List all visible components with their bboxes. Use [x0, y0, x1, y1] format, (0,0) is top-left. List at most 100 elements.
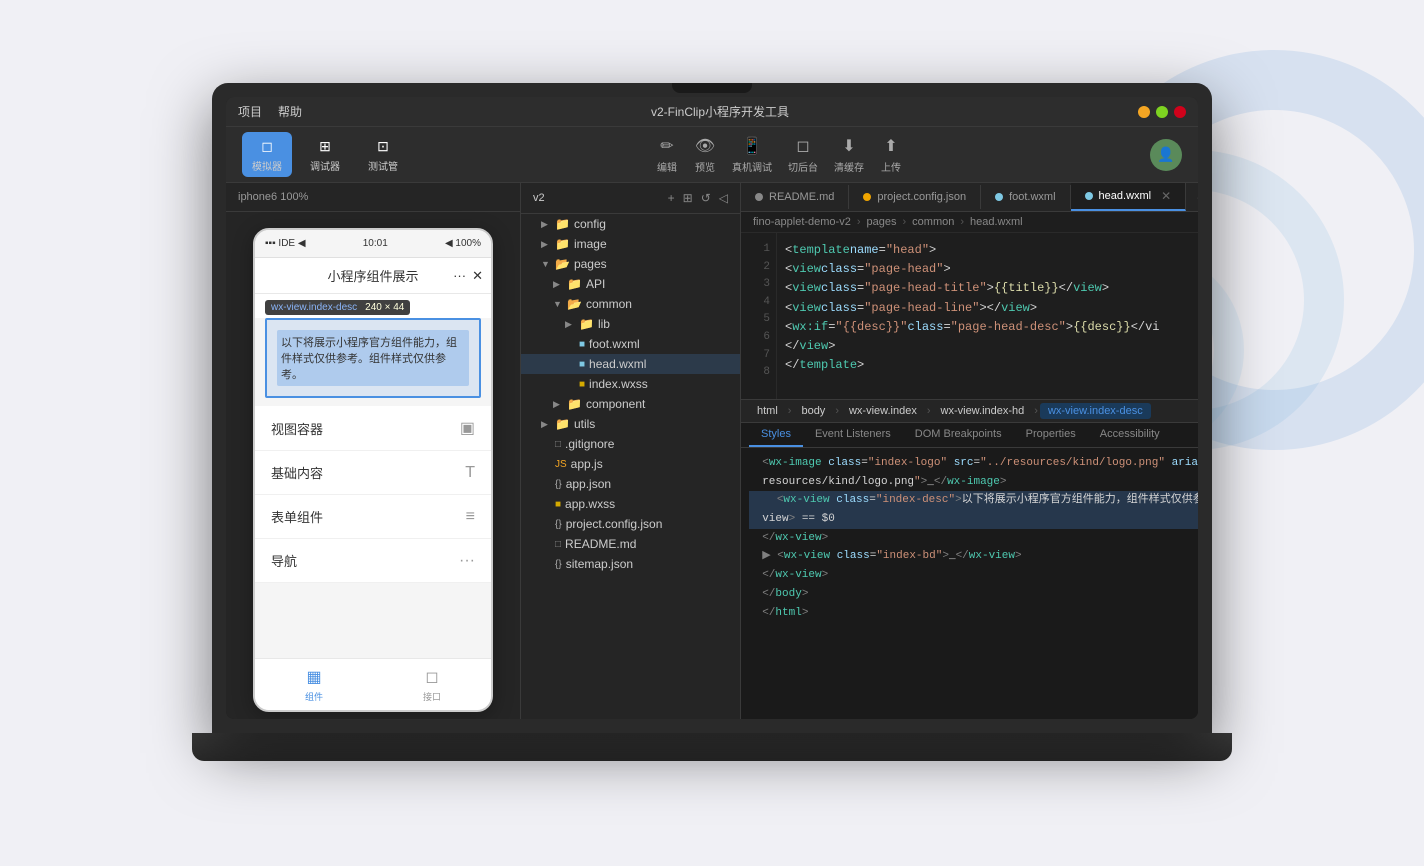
- upload-action[interactable]: ⬆ 上传: [880, 135, 902, 174]
- tab-foot-wxml[interactable]: foot.wxml: [981, 185, 1070, 209]
- device-debug-action[interactable]: 📱 真机调试: [732, 135, 772, 174]
- tab-head-close-icon[interactable]: ✕: [1161, 189, 1171, 203]
- minimize-button[interactable]: [1138, 106, 1150, 118]
- nav-item-label-0: 视图容器: [271, 419, 323, 438]
- editor-tabs: README.md project.config.json foot.wxml: [741, 183, 1198, 212]
- tree-item-api[interactable]: ▶ 📁 API: [521, 274, 740, 294]
- tree-item-gitignore[interactable]: ▶ □ .gitignore: [521, 434, 740, 454]
- tree-item-utils[interactable]: ▶ 📁 utils: [521, 414, 740, 434]
- tree-item-common[interactable]: ▼ 📂 common: [521, 294, 740, 314]
- collapse-icon[interactable]: ◁: [719, 191, 728, 205]
- phone-title-actions: ··· ✕: [453, 268, 483, 284]
- tree-item-config[interactable]: ▶ 📁 config: [521, 214, 740, 234]
- edit-action[interactable]: ✏ 编辑: [656, 135, 678, 174]
- tree-item-app-wxss[interactable]: ▶ ■ app.wxss: [521, 494, 740, 514]
- title-bar: 项目 帮助 v2-FinClip小程序开发工具: [226, 97, 1198, 127]
- tree-item-lib[interactable]: ▶ 📁 lib: [521, 314, 740, 334]
- menu-item-project[interactable]: 项目: [238, 103, 262, 120]
- preview-action[interactable]: 👁 预览: [694, 135, 716, 174]
- phone-more-icon[interactable]: ···: [453, 268, 466, 284]
- tree-item-image[interactable]: ▶ 📁 image: [521, 234, 740, 254]
- dom-el-index[interactable]: wx-view.index: [841, 403, 925, 419]
- tree-item-head-wxml[interactable]: ▶ ■ head.wxml: [521, 354, 740, 374]
- maximize-button[interactable]: [1156, 106, 1168, 118]
- dom-el-html[interactable]: html: [749, 403, 786, 419]
- tree-label-app-js: app.js: [571, 457, 603, 471]
- user-avatar[interactable]: 👤: [1150, 139, 1182, 171]
- code-line-8: [785, 375, 1198, 394]
- nav-item-2[interactable]: 表单组件 ≡: [255, 495, 491, 539]
- preview-label: 预览: [695, 159, 715, 174]
- tree-item-component[interactable]: ▶ 📁 component: [521, 394, 740, 414]
- tree-item-pages[interactable]: ▼ 📂 pages: [521, 254, 740, 274]
- tree-label-pages: pages: [574, 257, 607, 271]
- dom-el-index-desc[interactable]: wx-view.index-desc: [1040, 403, 1151, 419]
- properties-tab[interactable]: Properties: [1014, 423, 1088, 447]
- debugger-button[interactable]: ⊞ 调试器: [300, 132, 350, 177]
- edit-icon: ✏: [656, 135, 678, 157]
- breadcrumb-sep-0: ›: [857, 216, 861, 228]
- folder-common-icon: 📂: [567, 297, 582, 311]
- folder-image-icon: 📁: [555, 237, 570, 251]
- window-title: v2-FinClip小程序开发工具: [302, 103, 1138, 120]
- main-content: iphone6 100% ▪▪▪ IDE ◀ 10:01 ◀ 100%: [226, 183, 1198, 719]
- nav-item-3[interactable]: 导航 ···: [255, 539, 491, 583]
- tab-project-config[interactable]: project.config.json: [849, 185, 981, 209]
- tree-label-foot-wxml: foot.wxml: [589, 337, 640, 351]
- file-readme-icon: □: [555, 539, 561, 550]
- code-line-6: </view>: [785, 337, 1198, 356]
- tab-foot-wxml-icon: [995, 193, 1003, 201]
- simulator-icon: ◻: [257, 136, 277, 156]
- new-folder-icon[interactable]: ⊞: [683, 191, 693, 205]
- tree-item-app-json[interactable]: ▶ {} app.json: [521, 474, 740, 494]
- tree-label-readme: README.md: [565, 537, 636, 551]
- test-icon: ⊡: [373, 136, 393, 156]
- simulator-button[interactable]: ◻ 模拟器: [242, 132, 292, 177]
- code-line-2: <view class="page-head">: [785, 260, 1198, 279]
- tree-item-readme[interactable]: ▶ □ README.md: [521, 534, 740, 554]
- menu-item-help[interactable]: 帮助: [278, 103, 302, 120]
- phone-tab-component[interactable]: ▦ 组件: [255, 659, 373, 710]
- devtools-tabs: Styles Event Listeners DOM Breakpoints P…: [741, 423, 1198, 448]
- refresh-icon[interactable]: ↺: [701, 191, 711, 205]
- nav-item-0[interactable]: 视图容器 ▣: [255, 406, 491, 451]
- tab-more-button[interactable]: ···: [1186, 183, 1198, 211]
- dom-el-index-hd[interactable]: wx-view.index-hd: [933, 403, 1033, 419]
- close-button[interactable]: [1174, 106, 1186, 118]
- new-file-icon[interactable]: +: [668, 191, 675, 205]
- code-editor: 1234 5678 <template name="head"> <view c…: [741, 233, 1198, 399]
- styles-tab[interactable]: Styles: [749, 423, 803, 447]
- element-size: 240 × 44: [365, 302, 404, 313]
- nav-item-1[interactable]: 基础内容 T: [255, 451, 491, 495]
- tree-label-gitignore: .gitignore: [565, 437, 614, 451]
- tab-foot-wxml-label: foot.wxml: [1009, 191, 1055, 203]
- clear-cache-action[interactable]: ⬇ 清缓存: [834, 135, 864, 174]
- tree-label-project-config: project.config.json: [566, 517, 663, 531]
- folder-utils-icon: 📁: [555, 417, 570, 431]
- toolbar-left: ◻ 模拟器 ⊞ 调试器 ⊡ 测试管: [242, 132, 408, 177]
- event-listeners-tab[interactable]: Event Listeners: [803, 423, 903, 447]
- tree-item-sitemap[interactable]: ▶ {} sitemap.json: [521, 554, 740, 574]
- background-action[interactable]: ◻ 切后台: [788, 135, 818, 174]
- arrow-component: ▶: [553, 399, 563, 410]
- dom-line-6: </wx-view>: [749, 566, 1198, 585]
- tree-item-app-js[interactable]: ▶ JS app.js: [521, 454, 740, 474]
- device-label: iphone6 100%: [226, 183, 520, 212]
- tree-item-index-wxss[interactable]: ▶ ■ index.wxss: [521, 374, 740, 394]
- tab-head-wxml[interactable]: head.wxml ✕: [1071, 183, 1187, 211]
- phone-close-icon[interactable]: ✕: [472, 268, 483, 284]
- tab-readme[interactable]: README.md: [741, 185, 849, 209]
- dom-el-body[interactable]: body: [793, 403, 833, 419]
- interface-tab-icon: ◻: [425, 667, 438, 687]
- toolbar-right: 👤: [1150, 139, 1182, 171]
- code-line-3: <view class="page-head-title">{{title}}<…: [785, 279, 1198, 298]
- tree-item-project-config[interactable]: ▶ {} project.config.json: [521, 514, 740, 534]
- phone-tab-interface[interactable]: ◻ 接口: [373, 659, 491, 710]
- accessibility-tab[interactable]: Accessibility: [1088, 423, 1172, 447]
- tree-item-foot-wxml[interactable]: ▶ ■ foot.wxml: [521, 334, 740, 354]
- tab-head-wxml-icon: [1085, 192, 1093, 200]
- phone-app-title: 小程序组件展示: [327, 266, 418, 285]
- dom-breakpoints-tab[interactable]: DOM Breakpoints: [903, 423, 1014, 447]
- code-content[interactable]: <template name="head"> <view class="page…: [777, 233, 1198, 399]
- test-button[interactable]: ⊡ 测试管: [358, 132, 408, 177]
